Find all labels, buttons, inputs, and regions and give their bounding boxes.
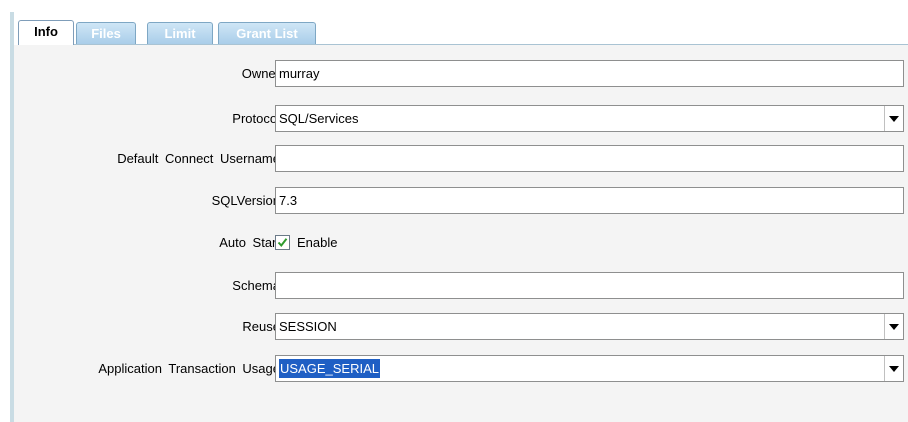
- tab-bar: Info Files Limit Grant List: [18, 18, 908, 45]
- tab-grant-list[interactable]: Grant List: [218, 22, 316, 44]
- info-panel: Owner murray Protocol SQL/Services Defau…: [14, 45, 908, 422]
- protocol-select[interactable]: SQL/Services: [275, 105, 904, 132]
- check-icon: [277, 238, 288, 248]
- tab-limit[interactable]: Limit: [147, 22, 213, 44]
- chevron-down-icon: [889, 115, 899, 122]
- auto-start-row: Auto Start Enable: [14, 228, 908, 258]
- tab-files[interactable]: Files: [76, 22, 136, 44]
- protocol-label: Protocol: [232, 111, 280, 126]
- reuse-select[interactable]: SESSION: [275, 313, 904, 340]
- owner-row: Owner murray: [14, 59, 908, 89]
- chevron-down-icon: [889, 365, 899, 372]
- chevron-down-icon: [889, 323, 899, 330]
- reuse-dropdown-button[interactable]: [884, 314, 903, 339]
- default-connect-username-label: Default Connect Username: [117, 151, 280, 166]
- auto-start-label: Auto Start: [219, 235, 280, 250]
- application-transaction-usage-dropdown-button[interactable]: [884, 356, 903, 381]
- auto-start-checkbox[interactable]: [275, 235, 290, 250]
- sql-version-field[interactable]: 7.3: [275, 187, 904, 214]
- protocol-row: Protocol SQL/Services: [14, 104, 908, 134]
- default-connect-username-field[interactable]: [275, 145, 904, 172]
- application-transaction-usage-value: USAGE_SERIAL: [279, 359, 380, 378]
- sql-version-row: SQLVersion 7.3: [14, 186, 908, 216]
- application-transaction-usage-label: Application Transaction Usage: [98, 361, 280, 376]
- reuse-row: Reuse SESSION: [14, 312, 908, 342]
- auto-start-enable-label[interactable]: Enable: [297, 228, 337, 258]
- tab-info[interactable]: Info: [18, 20, 74, 45]
- application-transaction-usage-row: Application Transaction Usage USAGE_SERI…: [14, 354, 908, 384]
- sql-version-label: SQLVersion: [211, 193, 280, 208]
- protocol-dropdown-button[interactable]: [884, 106, 903, 131]
- owner-field[interactable]: murray: [275, 60, 904, 87]
- schema-row: Schema: [14, 271, 908, 301]
- reuse-value: SESSION: [279, 319, 337, 334]
- application-transaction-usage-select[interactable]: USAGE_SERIAL: [275, 355, 904, 382]
- protocol-value: SQL/Services: [279, 111, 359, 126]
- default-connect-username-row: Default Connect Username: [14, 144, 908, 174]
- schema-label: Schema: [232, 278, 280, 293]
- schema-field[interactable]: [275, 272, 904, 299]
